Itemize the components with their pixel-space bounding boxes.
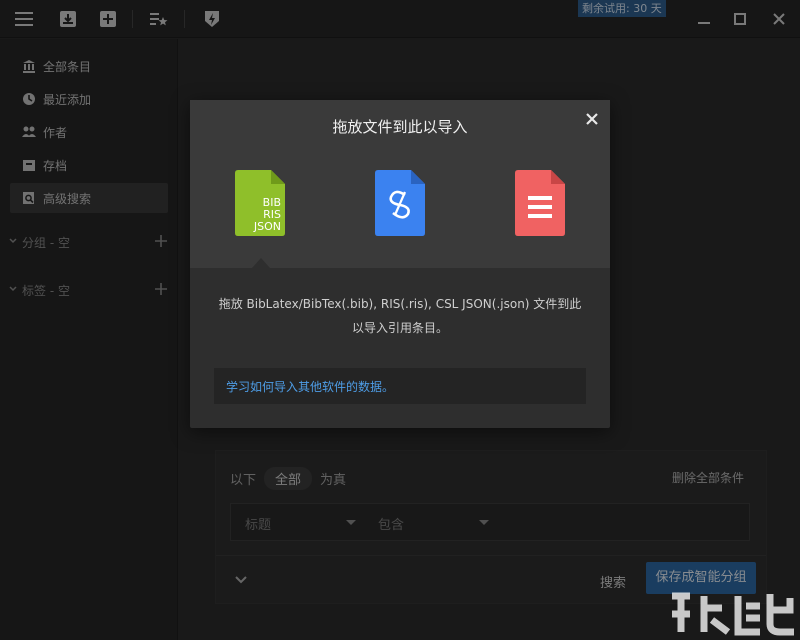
drop-zone[interactable]: 拖放文件到此以导入 BIB RIS JSON [190,100,610,268]
zotero-file-icon [375,170,425,236]
bib-file-icon: BIB RIS JSON [235,170,285,236]
close-icon[interactable] [584,111,600,127]
learn-import-link[interactable]: 学习如何导入其他软件的数据。 [226,378,394,395]
import-dialog: 拖放文件到此以导入 BIB RIS JSON 拖放 BibLatex/BibTe… [190,100,610,428]
document-file-icon [515,170,565,236]
json-icon-line: JSON [253,220,281,233]
learn-more-box: 学习如何导入其他软件的数据。 [214,368,586,404]
selection-pointer [252,258,270,268]
import-description: 拖放 BibLatex/BibTex(.bib), RIS(.ris), CSL… [218,297,582,335]
watermark-logo [664,584,800,640]
dialog-title: 拖放文件到此以导入 [332,118,468,136]
